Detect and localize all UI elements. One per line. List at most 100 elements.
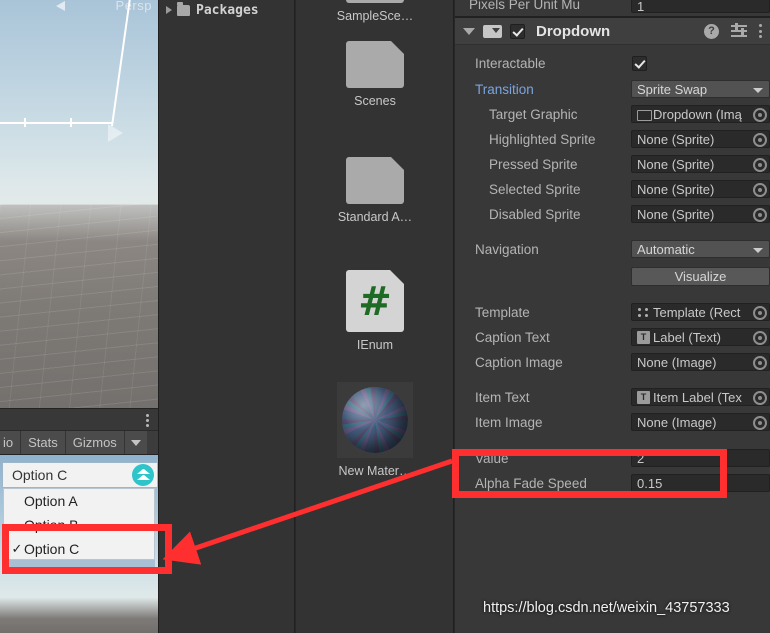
gizmos-dropdown-button[interactable] xyxy=(124,431,147,454)
property-row-caption-text[interactable]: Caption Text T Label (Text) xyxy=(455,326,770,348)
property-label: Pressed Sprite xyxy=(489,156,578,172)
caption-image-object-field[interactable]: None (Image) xyxy=(631,353,770,371)
object-picker-icon[interactable] xyxy=(753,391,767,405)
preset-icon[interactable] xyxy=(731,23,747,38)
pixels-per-unit-label: Pixels Per Unit Mu xyxy=(469,0,581,12)
property-row-template[interactable]: Template Template (Rect xyxy=(455,301,770,323)
disabled-sprite-object-field[interactable]: None (Sprite) xyxy=(631,205,770,223)
item-text-value: Item Label (Teх xyxy=(653,389,742,405)
value-number-field[interactable]: 2 xyxy=(631,449,770,467)
chevron-down-icon xyxy=(753,248,763,253)
property-label: Caption Image xyxy=(475,354,563,370)
transition-value: Sprite Swap xyxy=(637,81,708,97)
property-row-visualize[interactable]: Visualize xyxy=(455,265,770,287)
property-row-highlighted-sprite[interactable]: Highlighted Sprite None (Sprite) xyxy=(455,128,770,150)
asset-item[interactable]: New Mater… xyxy=(296,382,453,478)
inspector-panel[interactable]: Pixels Per Unit Mu 1 Dropdown ? Interact… xyxy=(455,0,770,633)
pixels-per-unit-field[interactable]: 1 xyxy=(631,0,770,14)
inspector-partial-row: Pixels Per Unit Mu 1 xyxy=(455,0,770,16)
project-tree-panel[interactable]: Packages xyxy=(158,0,295,633)
object-picker-icon[interactable] xyxy=(753,356,767,370)
object-picker-icon[interactable] xyxy=(753,416,767,430)
runtime-dropdown-control[interactable]: Option C xyxy=(2,462,158,488)
item-image-object-field[interactable]: None (Image) xyxy=(631,413,770,431)
dropdown-option-a[interactable]: Option A xyxy=(4,489,154,513)
asset-item[interactable]: # IEnum xyxy=(296,270,453,352)
property-label: Template xyxy=(475,304,530,320)
property-row-interactable[interactable]: Interactable xyxy=(455,52,770,74)
component-enabled-checkbox[interactable] xyxy=(510,23,525,39)
caption-text-object-field[interactable]: T Label (Text) xyxy=(631,328,770,346)
caption-text-value: Label (Text) xyxy=(653,329,721,345)
property-row-target-graphic[interactable]: Target Graphic Dropdown (Imą xyxy=(455,103,770,125)
csharp-script-icon: # xyxy=(346,270,404,332)
property-row-disabled-sprite[interactable]: Disabled Sprite None (Sprite) xyxy=(455,203,770,225)
unity-editor-window: Persp io Stats Gizmos Option C Option A … xyxy=(0,0,770,633)
property-row-item-image[interactable]: Item Image None (Image) xyxy=(455,411,770,433)
item-text-object-field[interactable]: T Item Label (Teх xyxy=(631,388,770,406)
target-graphic-object-field[interactable]: Dropdown (Imą xyxy=(631,105,770,123)
object-picker-icon[interactable] xyxy=(753,133,767,147)
property-row-value[interactable]: Value 2 xyxy=(455,447,770,469)
property-row-selected-sprite[interactable]: Selected Sprite None (Sprite) xyxy=(455,178,770,200)
dropdown-option-c[interactable]: ✓ Option C xyxy=(4,537,154,561)
dropdown-scrollbar[interactable] xyxy=(3,560,155,569)
property-row-transition[interactable]: Transition Sprite Swap xyxy=(455,78,770,100)
object-picker-icon[interactable] xyxy=(753,208,767,222)
selected-sprite-object-field[interactable]: None (Sprite) xyxy=(631,180,770,198)
interactable-checkbox[interactable] xyxy=(632,55,647,71)
tree-item-packages[interactable]: Packages xyxy=(159,0,294,20)
help-icon[interactable]: ? xyxy=(704,23,719,39)
visualize-button[interactable]: Visualize xyxy=(631,266,770,286)
perspective-arrow-icon xyxy=(56,1,65,11)
scene-view[interactable]: Persp xyxy=(0,0,158,408)
property-row-pressed-sprite[interactable]: Pressed Sprite None (Sprite) xyxy=(455,153,770,175)
navigation-value: Automatic xyxy=(637,241,695,257)
property-row-item-text[interactable]: Item Text T Item Label (Teх xyxy=(455,386,770,408)
kebab-menu-icon[interactable] xyxy=(146,414,149,427)
folder-icon xyxy=(346,41,404,88)
dropdown-component-header[interactable]: Dropdown ? xyxy=(455,18,770,45)
chevron-down-icon xyxy=(753,88,763,93)
tree-item-label: Packages xyxy=(196,2,259,18)
toolbar-button-gizmos[interactable]: Gizmos xyxy=(65,431,125,454)
asset-item[interactable]: Scenes xyxy=(296,41,453,108)
property-label: Navigation xyxy=(475,241,539,257)
dropdown-option-b[interactable]: Option B xyxy=(4,513,154,537)
highlighted-sprite-object-field[interactable]: None (Sprite) xyxy=(631,130,770,148)
property-row-alpha-fade-speed[interactable]: Alpha Fade Speed 0.15 xyxy=(455,472,770,494)
navigation-enum-field[interactable]: Automatic xyxy=(631,240,770,258)
asset-item[interactable]: Standard A… xyxy=(296,157,453,224)
double-chevron-up-icon[interactable] xyxy=(132,464,154,486)
object-picker-icon[interactable] xyxy=(753,158,767,172)
kebab-menu-icon[interactable] xyxy=(759,24,762,38)
toolbar-button-stats[interactable]: Stats xyxy=(21,431,66,454)
folder-icon xyxy=(177,1,190,16)
object-picker-icon[interactable] xyxy=(753,108,767,122)
asset-item[interactable]: SampleSce… xyxy=(296,0,453,23)
game-view-toolbar[interactable]: io Stats Gizmos xyxy=(0,430,158,455)
template-object-field[interactable]: Template (Rect xyxy=(631,303,770,321)
transition-enum-field[interactable]: Sprite Swap xyxy=(631,80,770,98)
alpha-fade-speed-field[interactable]: 0.15 xyxy=(631,474,770,492)
property-row-navigation[interactable]: Navigation Automatic xyxy=(455,238,770,260)
property-row-caption-image[interactable]: Caption Image None (Image) xyxy=(455,351,770,373)
property-label: Selected Sprite xyxy=(489,181,581,197)
image-component-icon xyxy=(637,108,652,121)
scene-gizmo-arrow-icon[interactable] xyxy=(108,124,123,142)
property-label: Alpha Fade Speed xyxy=(475,475,587,491)
script-hash-glyph: # xyxy=(358,279,392,325)
property-label: Caption Text xyxy=(475,329,550,345)
object-picker-icon[interactable] xyxy=(753,183,767,197)
triangle-down-icon[interactable] xyxy=(463,27,475,35)
triangle-right-icon[interactable] xyxy=(166,6,172,14)
toolbar-button-audio[interactable]: io xyxy=(0,431,22,454)
canvas-outline-vertical xyxy=(111,0,132,127)
property-label: Highlighted Sprite xyxy=(489,131,596,147)
object-picker-icon[interactable] xyxy=(753,331,767,345)
pressed-sprite-object-field[interactable]: None (Sprite) xyxy=(631,155,770,173)
object-picker-icon[interactable] xyxy=(753,306,767,320)
target-graphic-value: Dropdown (Imą xyxy=(653,106,742,122)
runtime-dropdown-option-list[interactable]: Option A Option B ✓ Option C xyxy=(3,488,155,560)
project-assets-grid[interactable]: SampleSce… Scenes Standard A… # IEnum Ne… xyxy=(296,0,454,633)
